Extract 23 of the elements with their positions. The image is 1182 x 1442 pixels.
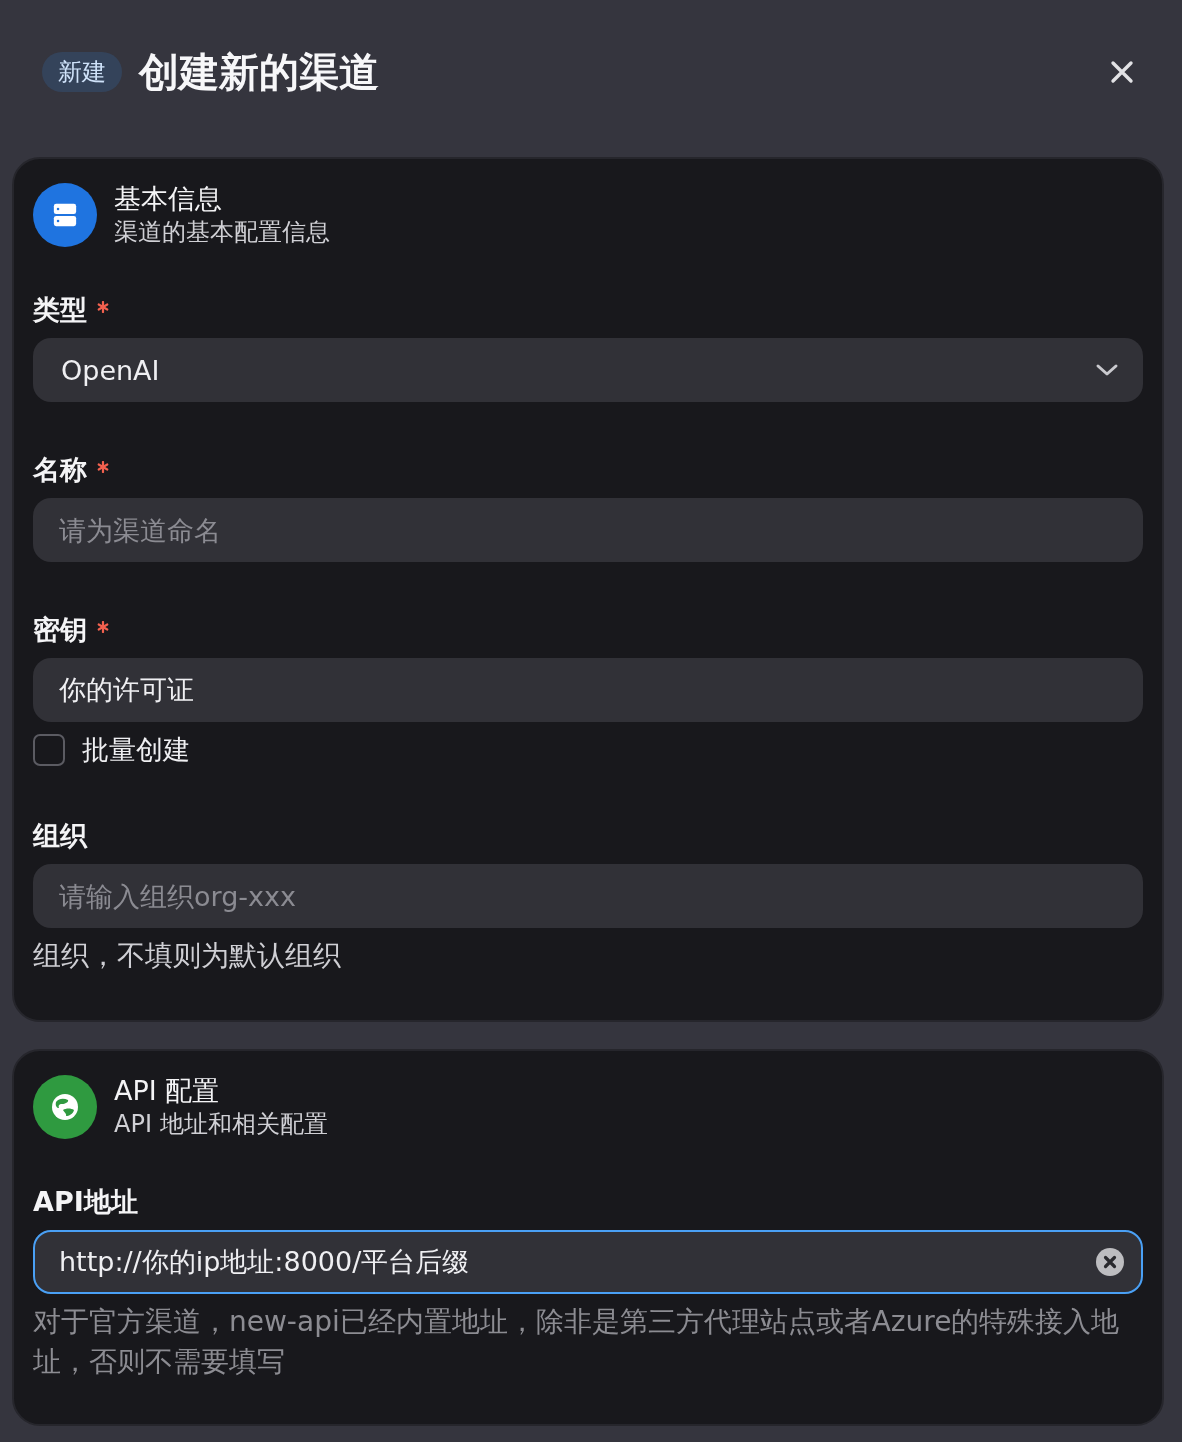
section-subtitle: 渠道的基本配置信息: [114, 217, 330, 248]
section-title: API 配置: [114, 1074, 221, 1108]
input-field[interactable]: http://你的ip地址:8000/平台后缀: [33, 1230, 1143, 1294]
input-field[interactable]: 请为渠道命名: [33, 498, 1143, 562]
section-subtitle: API 地址和相关配置: [114, 1109, 328, 1140]
dialog-title: 创建新的渠道: [139, 47, 379, 97]
checkbox[interactable]: [33, 734, 65, 766]
close-icon[interactable]: [1110, 60, 1134, 84]
input-field[interactable]: 你的许可证: [33, 658, 1143, 722]
field-label: 密钥: [33, 613, 87, 647]
field-label: 名称: [33, 453, 87, 487]
section-title: 基本信息: [114, 182, 223, 216]
field-label: 类型: [33, 293, 87, 327]
clear-icon[interactable]: [1096, 1248, 1124, 1276]
helper-text: 对于官方渠道，new-api已经内置地址，除非是第三方代理站点或者Azure的特殊接入地址，否则不需要填写: [33, 1304, 1121, 1380]
field-label: 组织: [33, 819, 87, 853]
field-label: API地址: [33, 1185, 138, 1219]
input-field[interactable]: 请输入组织org-xxx: [33, 864, 1143, 928]
helper-text: 组织，不填则为默认组织: [33, 938, 342, 974]
chevron-down-icon: [1095, 363, 1119, 377]
label-badge: 新建: [42, 52, 122, 92]
checkbox-label[interactable]: 批量创建: [82, 732, 190, 768]
select-field[interactable]: OpenAI: [33, 338, 1143, 402]
